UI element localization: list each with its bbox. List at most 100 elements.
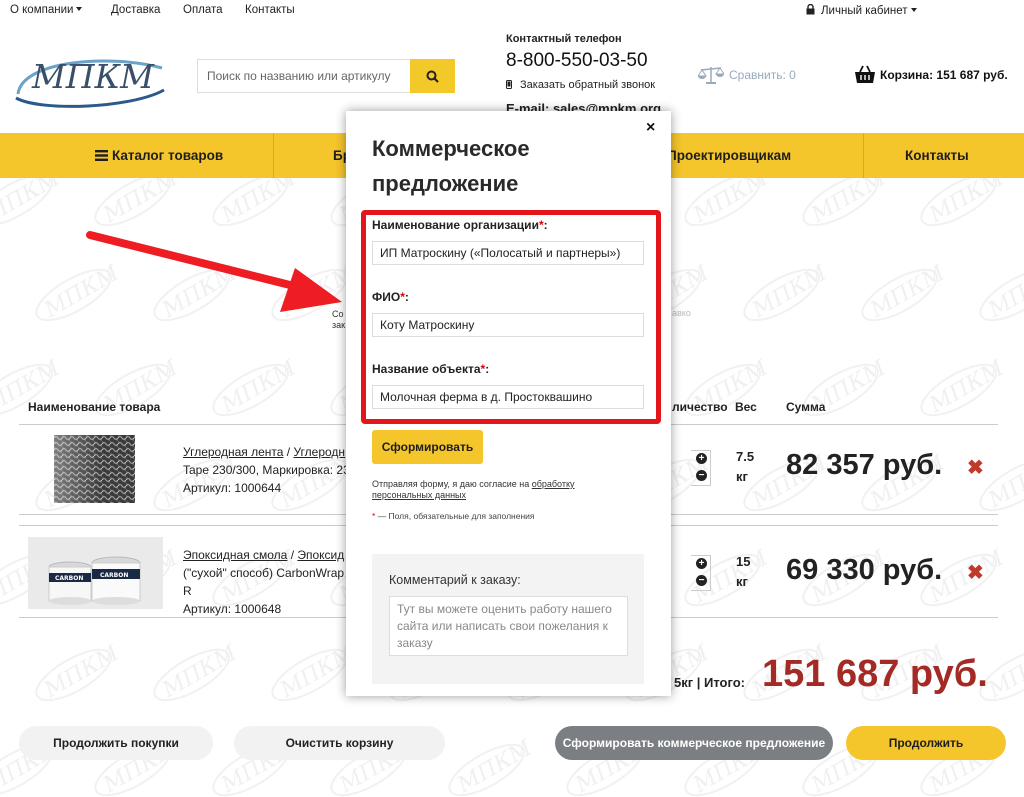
comment-label: Комментарий к заказу: xyxy=(389,573,521,587)
product-link[interactable]: Эпоксидная смола xyxy=(183,548,287,562)
svg-text:МПКМ: МПКМ xyxy=(748,261,832,324)
close-icon[interactable]: × xyxy=(646,119,655,137)
search-button[interactable] xyxy=(410,59,455,93)
product-name: Углеродная лента / Углеродн Tape 230/300… xyxy=(183,443,353,497)
org-field[interactable] xyxy=(372,241,644,265)
watermark-logo: МПКМ xyxy=(153,641,242,704)
product-image[interactable]: CARBON CARBON xyxy=(28,537,163,609)
label-colon: : xyxy=(485,362,490,376)
cart-label: Корзина: 151 687 руб. xyxy=(880,68,1008,82)
column-header-sum: Сумма xyxy=(786,400,826,414)
totals-label: 5кг | Итого: xyxy=(674,675,746,690)
org-label: Наименование организации*: xyxy=(372,218,548,232)
contact-phone-label: Контактный телефон xyxy=(506,33,622,45)
cart-link[interactable]: Корзина: 151 687 руб. xyxy=(854,65,1008,85)
product-link[interactable]: Углеродная лента xyxy=(183,445,283,459)
lock-icon xyxy=(806,3,815,15)
svg-text:МПКМ: МПКМ xyxy=(453,736,537,797)
minus-icon[interactable]: − xyxy=(696,575,707,586)
top-nav-contacts[interactable]: Контакты xyxy=(245,4,295,16)
product-sum: 69 330 руб. xyxy=(786,554,943,586)
nav-divider xyxy=(863,133,864,178)
delete-x-icon[interactable]: ✖ xyxy=(967,560,984,585)
column-header-name: Наименование товара xyxy=(28,400,161,414)
phone-icon xyxy=(506,80,512,89)
watermark-logo: МПКМ xyxy=(448,736,537,797)
nav-divider xyxy=(273,133,274,178)
comment-field[interactable] xyxy=(389,596,628,656)
red-arrow-icon xyxy=(80,220,350,325)
product-article: Артикул: 1000648 xyxy=(183,602,282,616)
logo-text: МПКМ xyxy=(31,57,155,96)
continue-button[interactable]: Продолжить xyxy=(846,726,1006,760)
product-link[interactable]: Эпоксид xyxy=(297,548,344,562)
product-separator: / xyxy=(283,445,294,459)
phone-number[interactable]: 8-800-550-03-50 xyxy=(506,50,648,72)
callback-link[interactable]: Заказать обратный звонок xyxy=(506,79,655,91)
watermark-logo: МПКМ xyxy=(212,356,301,419)
nav-designers[interactable]: Проектировщикам xyxy=(667,133,791,178)
watermark-logo: МПКМ xyxy=(920,356,1009,419)
compare-link[interactable]: Сравнить: 0 xyxy=(698,65,796,85)
offer-modal: Коммерческое предложение × Наименование … xyxy=(346,111,671,696)
minus-icon[interactable]: − xyxy=(696,470,707,481)
background-text: авко xyxy=(672,308,691,318)
delete-x-icon[interactable]: ✖ xyxy=(967,455,984,480)
svg-text:МПКМ: МПКМ xyxy=(866,261,950,324)
top-nav: О компании Доставка Оплата Контакты Личн… xyxy=(0,0,1024,20)
consent-text: Отправляя форму, я даю согласие на обраб… xyxy=(372,479,612,501)
fio-field[interactable] xyxy=(372,313,644,337)
product-separator: / xyxy=(287,548,298,562)
search-bar xyxy=(197,59,455,93)
fio-label-text: ФИО xyxy=(372,290,401,304)
site-logo[interactable]: МПКМ xyxy=(12,50,167,110)
plus-icon[interactable]: + xyxy=(696,558,707,569)
weight-unit: кг xyxy=(736,574,748,589)
required-note-text: — Поля, обязательные для заполнения xyxy=(375,511,535,521)
product-weight: 15 кг xyxy=(736,552,750,592)
svg-text:МПКМ: МПКМ xyxy=(40,641,124,704)
submit-button[interactable]: Сформировать xyxy=(372,430,483,464)
nav-catalog[interactable]: Каталог товаров xyxy=(95,133,223,178)
top-nav-company-label: О компании xyxy=(10,4,74,16)
watermark-logo: МПКМ xyxy=(35,641,124,704)
weight-value: 7.5 xyxy=(736,449,755,464)
required-note: * — Поля, обязательные для заполнения xyxy=(372,511,535,521)
column-header-weight: Вес xyxy=(735,400,757,414)
chevron-down-icon xyxy=(76,7,83,11)
nav-contacts[interactable]: Контакты xyxy=(905,133,969,178)
comment-section: Комментарий к заказу: xyxy=(372,554,644,684)
continue-shopping-button[interactable]: Продолжить покупки xyxy=(19,726,213,760)
object-field[interactable] xyxy=(372,385,644,409)
top-nav-delivery[interactable]: Доставка xyxy=(111,4,160,16)
product-name-line2: ("сухой" способ) CarbonWrap R xyxy=(183,566,345,598)
watermark-logo: МПКМ xyxy=(979,261,1024,324)
weight-unit: кг xyxy=(736,469,748,484)
object-label-text: Название объекта xyxy=(372,362,481,376)
clear-cart-button[interactable]: Очистить корзину xyxy=(234,726,445,760)
product-name: Эпоксидная смола / Эпоксид ("сухой" спос… xyxy=(183,546,353,618)
weight-value: 15 xyxy=(736,554,751,569)
product-link[interactable]: Углеродн xyxy=(293,445,345,459)
top-nav-company[interactable]: О компании xyxy=(10,4,83,16)
column-header-qty: личество xyxy=(672,400,728,414)
plus-icon[interactable]: + xyxy=(696,453,707,464)
top-nav-account[interactable]: Личный кабинет xyxy=(806,3,917,17)
svg-text:CARBON: CARBON xyxy=(100,572,128,579)
product-name-line2: Tape 230/300, Маркировка: 23 xyxy=(183,463,350,477)
svg-text:МПКМ: МПКМ xyxy=(984,451,1024,514)
logo-graphic: МПКМ xyxy=(15,57,165,108)
top-nav-payment[interactable]: Оплата xyxy=(183,4,223,16)
product-image[interactable] xyxy=(54,435,135,503)
svg-text:МПКМ: МПКМ xyxy=(925,356,1009,419)
top-nav-account-label: Личный кабинет xyxy=(821,5,908,17)
fio-label: ФИО*: xyxy=(372,290,409,304)
make-offer-button[interactable]: Сформировать коммерческое предложение xyxy=(555,726,833,760)
product-article: Артикул: 1000644 xyxy=(183,481,282,495)
search-input[interactable] xyxy=(197,59,410,93)
svg-text:CARBON: CARBON xyxy=(55,575,83,582)
product-weight: 7.5 кг xyxy=(736,447,754,487)
nav-catalog-label: Каталог товаров xyxy=(112,148,224,163)
total-sum: 151 687 руб. xyxy=(762,653,988,695)
label-colon: : xyxy=(404,290,409,304)
